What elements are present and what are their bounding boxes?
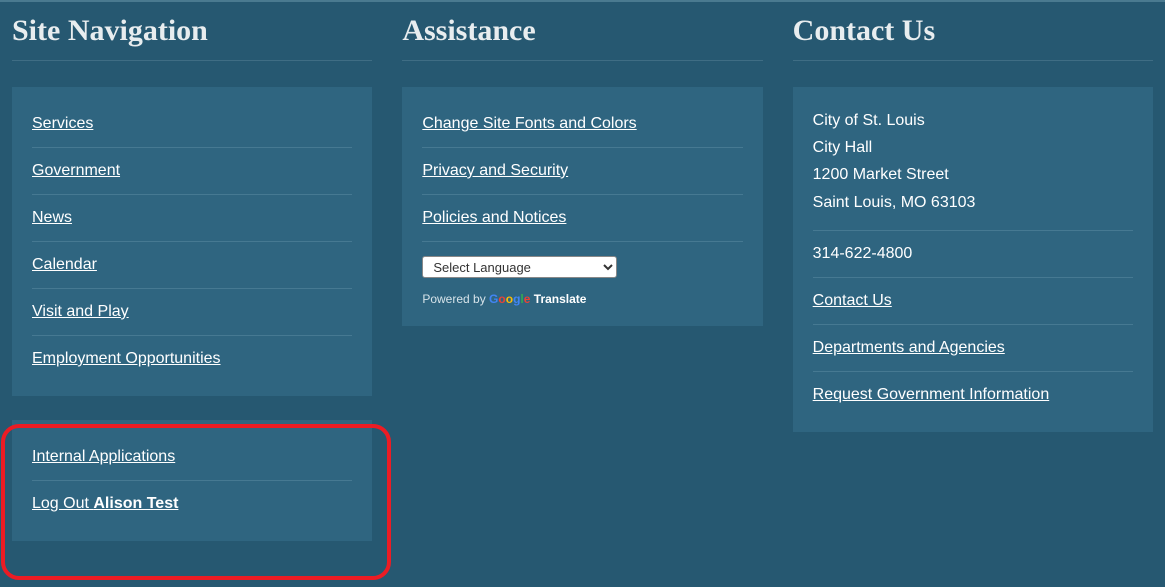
address-line1: City of St. Louis [813, 107, 1133, 134]
powered-by-text: Powered by [422, 292, 489, 306]
translate-row: Select Language [422, 242, 742, 282]
powered-by-label: Powered by Google Translate [422, 282, 742, 312]
link-policies-notices[interactable]: Policies and Notices [422, 195, 742, 242]
nav-link-government[interactable]: Government [32, 148, 352, 195]
address-line2: City Hall [813, 134, 1133, 161]
site-navigation-panel: Services Government News Calendar Visit … [12, 87, 372, 396]
assistance-panel: Change Site Fonts and Colors Privacy and… [402, 87, 762, 326]
contact-panel: City of St. Louis City Hall 1200 Market … [793, 87, 1153, 432]
site-navigation-heading: Site Navigation [12, 6, 372, 61]
link-departments-agencies[interactable]: Departments and Agencies [813, 325, 1133, 372]
link-request-gov-info[interactable]: Request Government Information [813, 372, 1133, 418]
nav-link-log-out[interactable]: Log Out Alison Test [32, 481, 352, 527]
nav-link-calendar[interactable]: Calendar [32, 242, 352, 289]
logout-prefix: Log Out [32, 495, 93, 512]
assistance-heading: Assistance [402, 6, 762, 61]
address-line4: Saint Louis, MO 63103 [813, 189, 1133, 216]
contact-heading: Contact Us [793, 6, 1153, 61]
nav-link-news[interactable]: News [32, 195, 352, 242]
link-change-fonts-colors[interactable]: Change Site Fonts and Colors [422, 101, 742, 148]
language-select[interactable]: Select Language [422, 256, 617, 278]
nav-link-internal-applications[interactable]: Internal Applications [32, 434, 352, 481]
link-privacy-security[interactable]: Privacy and Security [422, 148, 742, 195]
contact-phone: 314-622-4800 [813, 231, 1133, 278]
address-line3: 1200 Market Street [813, 161, 1133, 188]
nav-link-employment[interactable]: Employment Opportunities [32, 336, 352, 382]
link-contact-us[interactable]: Contact Us [813, 278, 1133, 325]
nav-link-visit-and-play[interactable]: Visit and Play [32, 289, 352, 336]
internal-panel: Internal Applications Log Out Alison Tes… [12, 420, 372, 541]
google-logo-icon: Google [489, 292, 530, 306]
translate-word: Translate [530, 292, 586, 306]
contact-address: City of St. Louis City Hall 1200 Market … [813, 101, 1133, 231]
site-navigation-column: Site Navigation Services Government News… [12, 2, 372, 541]
nav-link-services[interactable]: Services [32, 101, 352, 148]
contact-column: Contact Us City of St. Louis City Hall 1… [793, 2, 1153, 541]
assistance-column: Assistance Change Site Fonts and Colors … [402, 2, 762, 541]
logout-username: Alison Test [93, 495, 178, 512]
